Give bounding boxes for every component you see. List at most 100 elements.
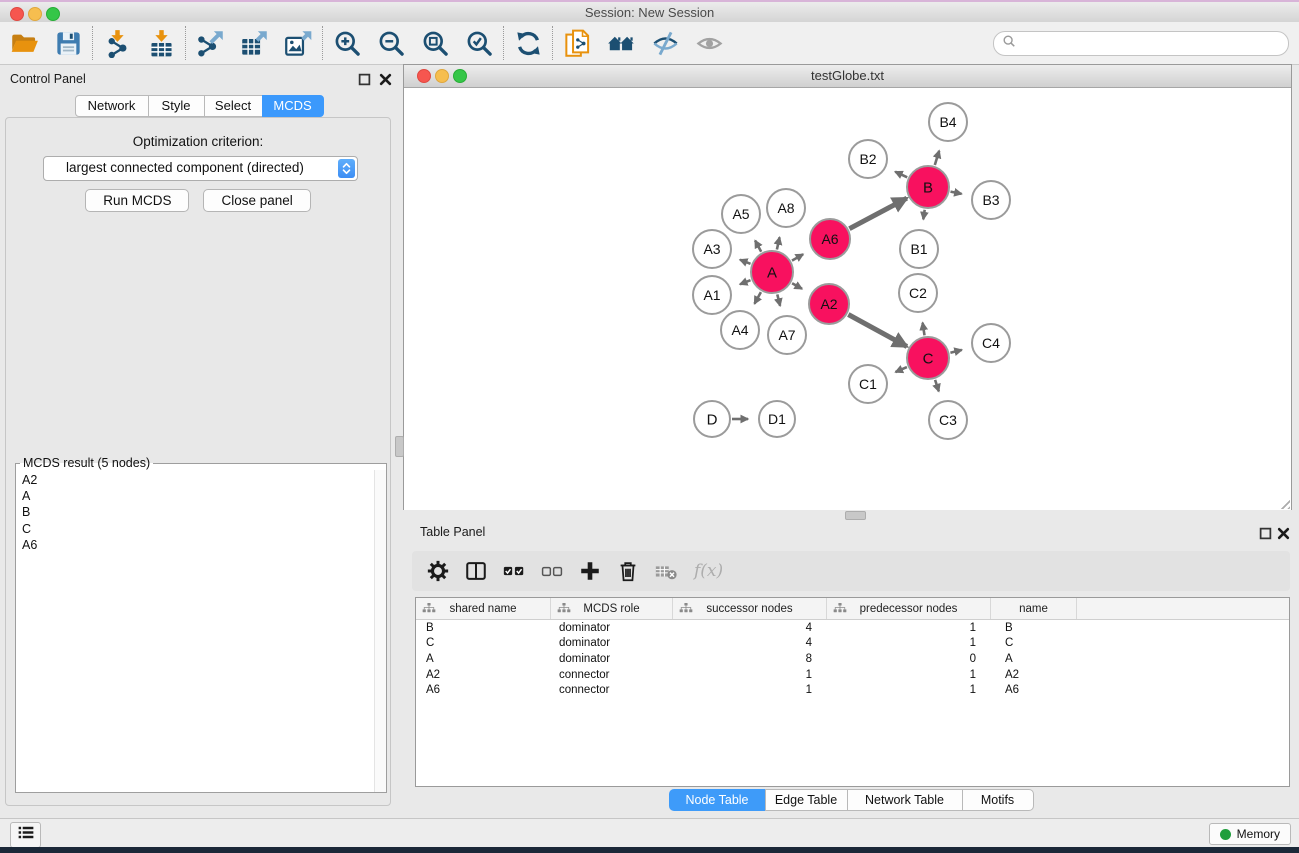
graph-edge-A-A4[interactable] bbox=[755, 292, 761, 304]
zoom-selected-icon[interactable] bbox=[457, 25, 501, 61]
optimization-criterion-label: Optimization criterion: bbox=[6, 134, 390, 149]
graph-edge-B-B4[interactable] bbox=[935, 151, 939, 165]
open-session-icon[interactable] bbox=[2, 25, 46, 61]
clone-network-icon[interactable] bbox=[555, 25, 599, 61]
table-body: Bdominator41BCdominator41CAdominator80AA… bbox=[416, 620, 1289, 698]
table-row[interactable]: Bdominator41B bbox=[416, 620, 1289, 636]
deselect-all-icon[interactable] bbox=[538, 557, 566, 585]
column-type-icon bbox=[422, 603, 436, 614]
graph-node-label-A2: A2 bbox=[820, 296, 837, 312]
close-panel-icon[interactable] bbox=[379, 73, 392, 86]
network-canvas[interactable]: AA1A2A3A4A5A6A7A8BB1B2B3B4CC1C2C3C4DD1 bbox=[404, 88, 1291, 510]
memory-button[interactable]: Memory bbox=[1209, 823, 1291, 845]
search-input[interactable] bbox=[1020, 34, 1288, 54]
import-table-icon[interactable] bbox=[139, 25, 183, 61]
table-panel-tabs: Node TableEdge TableNetwork TableMotifs bbox=[403, 789, 1299, 811]
graph-edge-A-A6[interactable] bbox=[792, 254, 803, 260]
graph-edge-C-C4[interactable] bbox=[950, 350, 961, 353]
graph-node-label-B4: B4 bbox=[939, 114, 956, 130]
search-box[interactable] bbox=[993, 31, 1289, 56]
fx-function-button[interactable]: f(x) bbox=[694, 561, 723, 581]
table-cell: A bbox=[416, 653, 551, 665]
graph-edge-B-B3[interactable] bbox=[951, 192, 962, 194]
show-networks-home-icon[interactable] bbox=[599, 25, 643, 61]
table-cell: 1 bbox=[673, 669, 827, 681]
gear-icon[interactable] bbox=[424, 557, 452, 585]
tab-motifs[interactable]: Motifs bbox=[962, 789, 1034, 811]
close-table-panel-icon[interactable] bbox=[1277, 527, 1290, 540]
table-cell: 1 bbox=[827, 684, 991, 696]
run-mcds-button[interactable]: Run MCDS bbox=[85, 189, 189, 212]
task-history-button[interactable] bbox=[10, 822, 41, 848]
graph-edge-A6-B[interactable] bbox=[849, 198, 906, 229]
float-panel-icon[interactable] bbox=[358, 73, 371, 86]
mcds-result-item[interactable]: C bbox=[22, 521, 374, 537]
graph-edge-A-A5[interactable] bbox=[755, 241, 761, 252]
graph-edge-B-B2[interactable] bbox=[895, 172, 907, 178]
graph-edge-A-A7[interactable] bbox=[777, 294, 780, 305]
splitter-grip-left[interactable] bbox=[395, 436, 404, 457]
graph-edge-C-C2[interactable] bbox=[923, 323, 925, 336]
mcds-result-item[interactable]: A2 bbox=[22, 472, 374, 488]
import-network-icon[interactable] bbox=[95, 25, 139, 61]
table-cell: dominator bbox=[551, 637, 673, 649]
graph-edge-A2-C[interactable] bbox=[848, 315, 907, 347]
delete-table-icon[interactable] bbox=[652, 557, 680, 585]
mcds-result-item[interactable]: A6 bbox=[22, 537, 374, 553]
tab-style[interactable]: Style bbox=[148, 95, 205, 117]
graph-node-label-B2: B2 bbox=[859, 151, 876, 167]
export-network-icon[interactable] bbox=[188, 25, 232, 61]
close-panel-button[interactable]: Close panel bbox=[203, 189, 310, 212]
table-row[interactable]: Adominator80A bbox=[416, 651, 1289, 667]
column-header-successor-nodes[interactable]: successor nodes bbox=[673, 598, 827, 619]
tab-network-table[interactable]: Network Table bbox=[847, 789, 963, 811]
float-table-panel-icon[interactable] bbox=[1259, 527, 1272, 540]
dropdown-stepper-icon[interactable] bbox=[338, 159, 355, 178]
refresh-layout-icon[interactable] bbox=[506, 25, 550, 61]
tab-network[interactable]: Network bbox=[75, 95, 149, 117]
column-header-shared-name[interactable]: shared name bbox=[416, 598, 551, 619]
tab-mcds[interactable]: MCDS bbox=[262, 95, 324, 117]
hide-graphics-details-icon[interactable] bbox=[643, 25, 687, 61]
show-graphics-details-icon[interactable] bbox=[687, 25, 731, 61]
table-row[interactable]: A6connector11A6 bbox=[416, 682, 1289, 698]
table-cell: B bbox=[991, 622, 1077, 634]
mcds-result-item[interactable]: B bbox=[22, 504, 374, 520]
zoom-out-icon[interactable] bbox=[369, 25, 413, 61]
table-row[interactable]: A2connector11A2 bbox=[416, 667, 1289, 683]
criterion-dropdown[interactable]: largest connected component (directed) bbox=[43, 156, 358, 181]
graph-edge-C-C3[interactable] bbox=[935, 380, 939, 392]
graph-edge-B-B1[interactable] bbox=[923, 210, 924, 220]
network-window-titlebar[interactable]: testGlobe.txt bbox=[404, 65, 1291, 88]
graph-edge-C-C1[interactable] bbox=[896, 367, 907, 372]
table-cell: dominator bbox=[551, 622, 673, 634]
column-header-name[interactable]: name bbox=[991, 598, 1077, 619]
graph-edge-A-A3[interactable] bbox=[740, 260, 751, 264]
split-columns-icon[interactable] bbox=[462, 557, 490, 585]
save-session-icon[interactable] bbox=[46, 25, 90, 61]
graph-node-label-A5: A5 bbox=[732, 206, 749, 222]
zoom-in-icon[interactable] bbox=[325, 25, 369, 61]
graph-edge-A-A8[interactable] bbox=[777, 237, 780, 249]
add-column-icon[interactable] bbox=[576, 557, 604, 585]
graph-node-label-D: D bbox=[707, 411, 718, 428]
zoom-fit-icon[interactable] bbox=[413, 25, 457, 61]
table-header-row: shared nameMCDS rolesuccessor nodesprede… bbox=[416, 598, 1289, 620]
mcds-result-list[interactable]: A2ABCA6 bbox=[16, 470, 374, 792]
select-all-icon[interactable] bbox=[500, 557, 528, 585]
graph-edge-A-A1[interactable] bbox=[740, 280, 751, 284]
mcds-result-scrollbar[interactable] bbox=[374, 470, 386, 792]
table-row[interactable]: Cdominator41C bbox=[416, 636, 1289, 652]
export-image-icon[interactable] bbox=[276, 25, 320, 61]
table-cell: connector bbox=[551, 684, 673, 696]
delete-rows-icon[interactable] bbox=[614, 557, 642, 585]
column-header-MCDS-role[interactable]: MCDS role bbox=[551, 598, 673, 619]
mcds-result-item[interactable]: A bbox=[22, 488, 374, 504]
column-header-predecessor-nodes[interactable]: predecessor nodes bbox=[827, 598, 991, 619]
tab-select[interactable]: Select bbox=[204, 95, 263, 117]
column-header-label: name bbox=[991, 603, 1076, 615]
graph-edge-A-A2[interactable] bbox=[792, 283, 802, 289]
tab-node-table[interactable]: Node Table bbox=[669, 789, 766, 811]
tab-edge-table[interactable]: Edge Table bbox=[765, 789, 848, 811]
export-table-icon[interactable] bbox=[232, 25, 276, 61]
